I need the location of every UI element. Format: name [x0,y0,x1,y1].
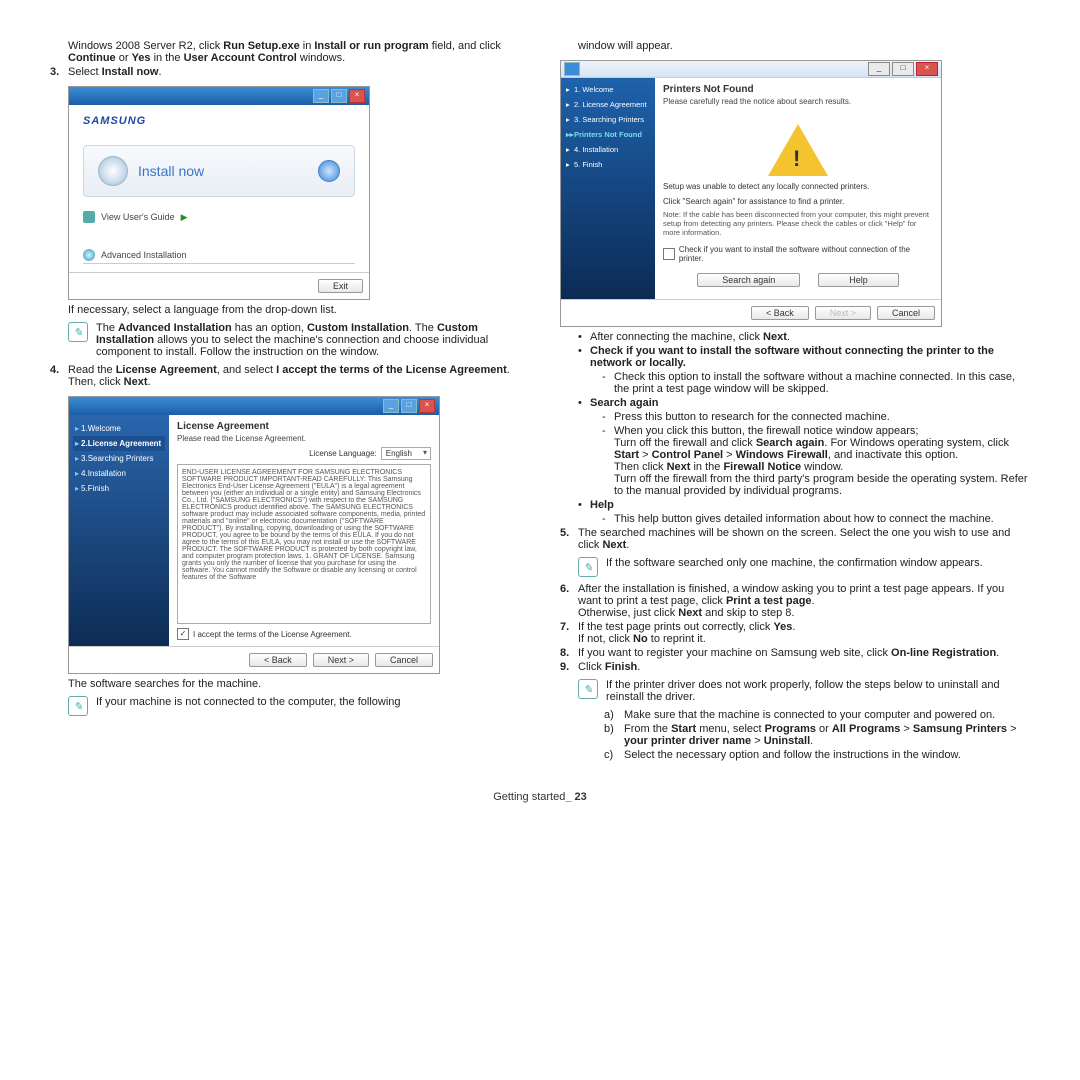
pane-title: License Agreement [177,421,431,432]
left-column: Windows 2008 Server R2, click Run Setup.… [50,40,520,761]
exit-button[interactable]: Exit [318,279,363,293]
license-language-label: License Language: [309,449,377,458]
next-button: Next > [815,306,871,320]
step-9: 9. Click Finish. [560,661,1030,673]
bullet-check-install: • Check if you want to install the softw… [578,345,1030,369]
step-6: 6. After the installation is finished, a… [560,583,1030,619]
firewall-third-party: Turn off the firewall from the third par… [614,473,1030,497]
window-titlebar: _ □ × [561,61,941,78]
arrow-icon [318,160,340,182]
license-language-select[interactable]: English [381,447,431,460]
dash-firewall-notice: - When you click this button, the firewa… [602,425,1030,437]
next-button[interactable]: Next > [313,653,369,667]
after-shot1-text: If necessary, select a language from the… [68,304,520,316]
search-again-button[interactable]: Search again [697,273,800,287]
after-shot2-text: The software searches for the machine. [68,678,520,690]
back-button[interactable]: < Back [249,653,307,667]
play-icon: ▶ [181,212,188,223]
disc-icon [98,156,128,186]
document-icon [83,211,95,223]
install-sidebar: ▸1.Welcome ▸2.License Agreement ▸3.Searc… [69,415,169,646]
substep-b: b) From the Start menu, select Programs … [604,723,1030,747]
dash-help-info: - This help button gives detailed inform… [602,513,1030,525]
note-driver-reinstall: If the printer driver does not work prop… [606,679,1030,703]
note-icon: ✎ [578,679,598,699]
license-agreement-screenshot: _ □ × ▸1.Welcome ▸2.License Agreement ▸3… [68,396,440,674]
close-icon[interactable]: × [349,89,365,103]
printers-not-found-screenshot: _ □ × ▸1. Welcome ▸2. License Agreement … [560,60,942,327]
maximize-icon[interactable]: □ [401,399,417,413]
install-without-connection-label: Check if you want to install the softwar… [679,245,933,263]
page-footer: Getting started_ 23 [50,791,1030,803]
firewall-then-click-next: Then click Next in the Firewall Notice w… [614,461,1030,473]
step-3: 3. Select Install now. [50,66,520,78]
bullet-search-again: • Search again [578,397,1030,409]
help-button[interactable]: Help [818,273,899,287]
step-5: 5. The searched machines will be shown o… [560,527,1030,551]
pane-subtitle: Please read the License Agreement. [177,434,431,443]
install-without-connection-checkbox[interactable] [663,248,675,260]
note-not-connected: If your machine is not connected to the … [96,696,401,716]
samsung-logo: SAMSUNG [83,115,355,127]
msg-not-detected: Setup was unable to detect any locally c… [663,182,933,191]
step-8: 8. If you want to register your machine … [560,647,1030,659]
back-button[interactable]: < Back [751,306,809,320]
install-now-label: Install now [138,163,204,179]
right-column: window will appear. _ □ × ▸1. Welcome ▸2… [560,40,1030,761]
note-cable: Note: If the cable has been disconnected… [663,210,933,237]
cancel-button[interactable]: Cancel [877,306,935,320]
bullet-help: • Help [578,499,1030,511]
maximize-icon[interactable]: □ [331,89,347,103]
install-now-screenshot: _ □ × SAMSUNG Install now View User's Gu… [68,86,370,300]
window-titlebar: _ □ × [69,87,369,105]
msg-click-search: Click "Search again" for assistance to f… [663,197,933,206]
pane-subtitle: Please carefully read the notice about s… [663,97,933,106]
note-advanced-install: The Advanced Installation has an option,… [96,322,520,358]
substep-c: c) Select the necessary option and follo… [604,749,1030,761]
step-7: 7. If the test page prints out correctly… [560,621,1030,645]
view-users-guide-link[interactable]: View User's Guide ▶ [83,211,355,223]
maximize-icon[interactable]: □ [892,62,914,76]
minimize-icon[interactable]: _ [868,62,890,76]
window-titlebar: _ □ × [69,397,439,415]
firewall-turn-off: Turn off the firewall and click Search a… [614,437,1030,461]
minimize-icon[interactable]: _ [313,89,329,103]
dash-check-option: - Check this option to install the softw… [602,371,1030,395]
app-icon [564,62,580,76]
pane-title: Printers Not Found [663,84,933,95]
note-one-machine: If the software searched only one machin… [606,557,983,577]
globe-icon [83,249,95,261]
window-will-appear: window will appear. [578,40,1030,52]
accept-label: I accept the terms of the License Agreem… [193,630,352,639]
advanced-installation-link[interactable]: Advanced Installation [83,249,355,261]
step-4: 4. Read the License Agreement, and selec… [50,364,520,388]
dash-press-button: - Press this button to research for the … [602,411,1030,423]
bullet-after-connecting: • After connecting the machine, click Ne… [578,331,1030,343]
intro-paragraph: Windows 2008 Server R2, click Run Setup.… [68,40,520,64]
substep-a: a) Make sure that the machine is connect… [604,709,1030,721]
note-icon: ✎ [578,557,598,577]
accept-checkbox[interactable]: ✓ [177,628,189,640]
minimize-icon[interactable]: _ [383,399,399,413]
eula-textbox[interactable]: END-USER LICENSE AGREEMENT FOR SAMSUNG E… [177,464,431,624]
close-icon[interactable]: × [916,62,938,76]
note-icon: ✎ [68,322,88,342]
cancel-button[interactable]: Cancel [375,653,433,667]
install-sidebar: ▸1. Welcome ▸2. License Agreement ▸3. Se… [561,78,655,299]
close-icon[interactable]: × [419,399,435,413]
note-icon: ✎ [68,696,88,716]
warning-icon [768,124,828,176]
install-now-button[interactable]: Install now [83,145,355,197]
